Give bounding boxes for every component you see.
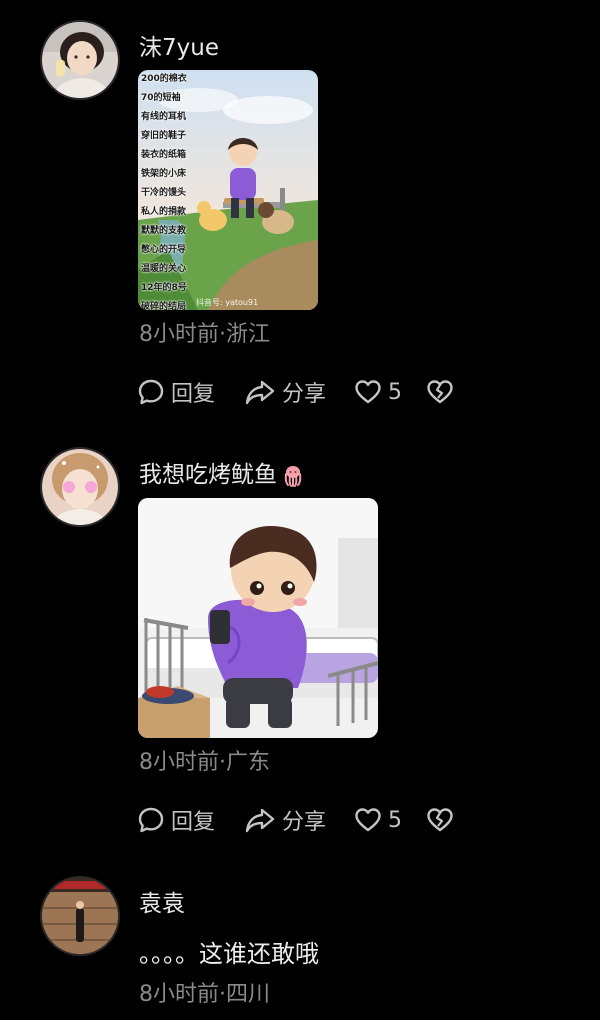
time-location: 8小时前·四川 xyxy=(139,982,270,1007)
reply-button[interactable]: 回复 xyxy=(137,376,244,408)
share-button[interactable]: 分享 xyxy=(244,804,354,836)
image-text-line: 默默的支教 xyxy=(141,226,187,236)
share-button[interactable]: 分享 xyxy=(244,376,354,408)
heart-outline-icon xyxy=(355,808,381,832)
image-text-line: 铁架的小床 xyxy=(141,169,187,179)
speech-bubble-icon xyxy=(138,379,164,405)
like-count: 5 xyxy=(388,379,402,405)
avatar-photo xyxy=(42,878,118,954)
like-count: 5 xyxy=(388,807,402,833)
broken-heart-icon xyxy=(427,808,453,832)
image-text-line: 私人的捐款 xyxy=(141,207,187,217)
username[interactable]: 我想吃烤鱿鱼 xyxy=(139,455,305,489)
dislike-button[interactable] xyxy=(426,807,454,833)
share-arrow-icon xyxy=(245,380,275,405)
heart-outline-icon xyxy=(355,380,381,404)
comment-text: 。。。。这谁还敢哦 xyxy=(139,940,319,968)
dislike-button[interactable] xyxy=(426,379,454,405)
reply-label: 回复 xyxy=(171,810,216,835)
username[interactable]: 袁袁 xyxy=(139,884,185,918)
illustration-boy-on-bed xyxy=(138,498,378,738)
time-location: 8小时前·浙江 xyxy=(139,322,270,347)
speech-bubble-icon xyxy=(138,807,164,833)
image-text-line: 破碎的结局 xyxy=(141,302,187,310)
time-location: 8小时前·广东 xyxy=(139,750,270,775)
image-text-line: 温暖的关心 xyxy=(141,264,187,274)
share-label: 分享 xyxy=(282,382,327,407)
comment-actions: 回复 分享 5 xyxy=(137,803,454,837)
broken-heart-icon xyxy=(427,380,453,404)
image-text-line: 憋心的开导 xyxy=(141,245,187,255)
image-text-line: 装衣的纸箱 xyxy=(141,150,187,160)
squid-emoji-icon xyxy=(284,465,302,487)
image-text-line: 有线的耳机 xyxy=(141,112,187,122)
avatar-photo xyxy=(42,22,118,98)
comment-actions: 回复 分享 5 xyxy=(137,375,454,409)
user-avatar[interactable] xyxy=(40,20,120,100)
share-arrow-icon xyxy=(245,808,275,833)
image-text-overlay: 200的棉衣 70的短袖 有线的耳机 穿旧的鞋子 装衣的纸箱 铁架的小床 干冷的… xyxy=(141,70,201,310)
image-watermark: 抖音号: yatou91 xyxy=(196,298,259,307)
user-avatar[interactable] xyxy=(40,447,120,527)
image-text-line: 200的棉衣 xyxy=(141,74,187,84)
avatar-photo xyxy=(42,449,118,525)
comment-image[interactable] xyxy=(138,498,378,738)
username[interactable]: 沫7yue xyxy=(139,28,219,62)
share-label: 分享 xyxy=(282,810,327,835)
username-text: 我想吃烤鱿鱼 xyxy=(139,462,277,488)
user-avatar[interactable] xyxy=(40,876,120,956)
image-text-line: 70的短袖 xyxy=(141,93,181,103)
comment-image[interactable]: 200的棉衣 70的短袖 有线的耳机 穿旧的鞋子 装衣的纸箱 铁架的小床 干冷的… xyxy=(138,70,318,310)
like-button[interactable]: 5 xyxy=(354,807,426,833)
reply-button[interactable]: 回复 xyxy=(137,804,244,836)
reply-label: 回复 xyxy=(171,382,216,407)
image-text-line: 12年的8号 xyxy=(141,283,187,293)
image-text-line: 干冷的馒头 xyxy=(141,188,187,198)
image-text-line: 穿旧的鞋子 xyxy=(141,131,187,141)
like-button[interactable]: 5 xyxy=(354,379,426,405)
